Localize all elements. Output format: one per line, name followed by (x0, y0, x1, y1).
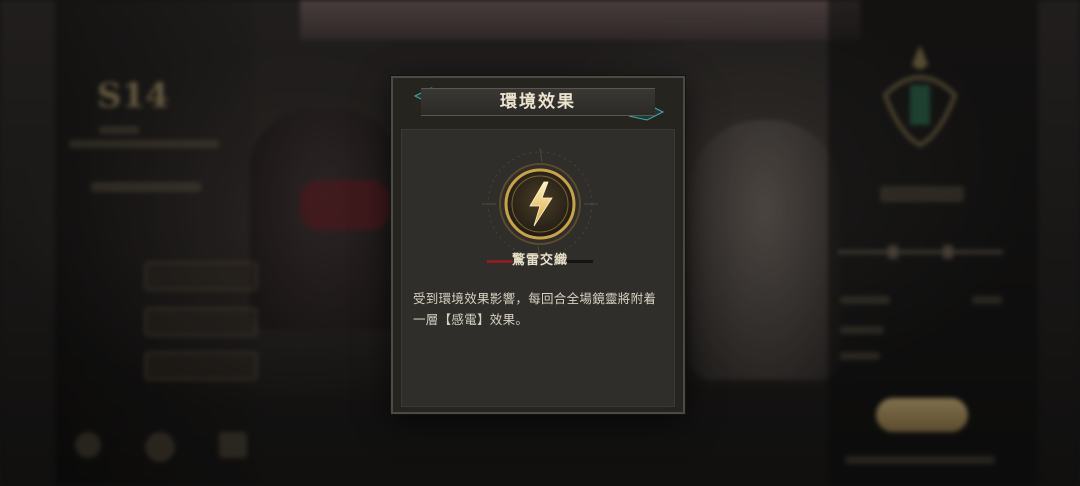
dialog-title: 環境效果 (500, 92, 576, 112)
effect-description: 受到環境效果影響，每回合全場鏡靈將附着一層【感電】效果。 (413, 291, 657, 327)
effect-name-plate: 驚雷交織 (483, 250, 597, 272)
title-banner: 環境效果 (421, 88, 655, 116)
effect-name: 驚雷交織 (511, 253, 568, 268)
environment-effect-dialog: 環境效果 驚雷交織 受到環境效果影響，每回合全場鏡靈將附着一層【感電】效果。 (391, 76, 685, 414)
